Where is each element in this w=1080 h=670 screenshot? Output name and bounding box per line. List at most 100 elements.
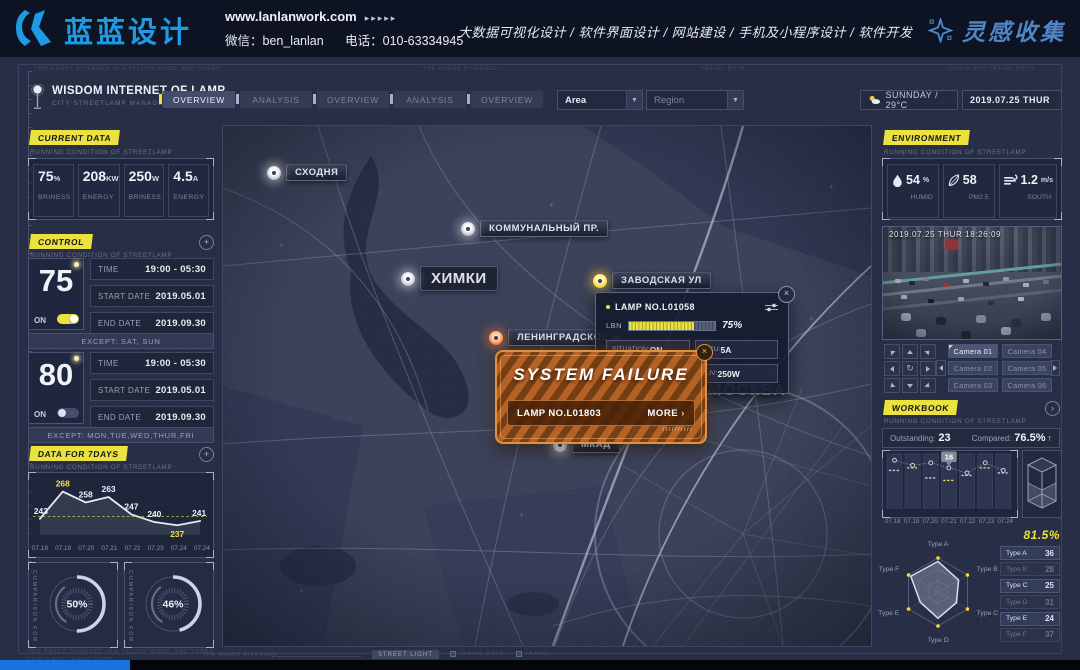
pan-down-button[interactable]: [902, 378, 918, 393]
metric-wattage: 250W BRINESS: [124, 164, 165, 217]
comparison-gauge-2: COMPARISON FOR 46%: [124, 562, 214, 648]
more-button[interactable]: MORE›: [647, 408, 685, 419]
cube-3d-icon: [1024, 453, 1060, 515]
radar-legend-row-type-f[interactable]: Type F37: [1000, 628, 1060, 642]
tab-overview-2[interactable]: OVERVIEW: [317, 91, 389, 108]
type-radar-chart: Type AType BType CType DType EType F: [878, 540, 1004, 644]
decor-top-strip: TWO ROADS DIVERGED IN A YELLOW WOOD, AND…: [34, 66, 1034, 72]
wattage-cell: DLIV : 250W: [695, 364, 779, 383]
svg-text:Type A: Type A: [928, 541, 949, 548]
tab-overview-0[interactable]: OVERVIEW: [163, 91, 235, 108]
map-label-1[interactable]: КОММУНАЛЬНЫЙ ПР.: [461, 220, 608, 237]
arrows-icon: ▸▸▸▸▸: [365, 13, 398, 23]
tab-analysis-1[interactable]: ANALYSIS: [240, 91, 312, 108]
radar-legend-row-type-a[interactable]: Type A36: [1000, 546, 1060, 560]
bottom-blue-accent: [0, 660, 130, 670]
map-label-2[interactable]: ХИМКИ: [401, 266, 498, 291]
camera-button-4[interactable]: Camera 04: [1002, 344, 1052, 358]
decor-dotted-line: [272, 656, 362, 657]
system-failure-alert: × SYSTEM FAILURE LAMP NO.L01803 MORE› //…: [495, 350, 707, 444]
add-control-button[interactable]: +: [199, 235, 214, 250]
chevron-down-icon[interactable]: ▼: [727, 91, 743, 109]
svg-text:268: 268: [56, 479, 70, 489]
pm25-box: 58 PM2.5: [943, 164, 995, 218]
capacity-percentage: 81.5%: [1010, 528, 1060, 542]
city-map[interactable]: +++ +++ СХОДНЯКОММУНАЛЬНЫЙ ПР.ХИМКИЗАВОД…: [222, 125, 872, 647]
week-x-axis: 07.1807.1907.2007.2107.2207.2307.2407.24: [30, 544, 212, 552]
svg-text:240: 240: [147, 509, 161, 519]
humidity-box: 54% HUMID: [887, 164, 939, 218]
end-date-row: END DATE2019.09.30: [90, 406, 214, 428]
svg-text:241: 241: [192, 508, 206, 518]
map-pin-icon[interactable]: [489, 331, 503, 345]
pan-left-button[interactable]: [884, 361, 900, 376]
control-tag: CONTROL: [29, 234, 93, 249]
tab-overview-4[interactable]: OVERVIEW: [471, 91, 543, 108]
sliders-icon[interactable]: [765, 303, 778, 312]
phone-contact: 电话：010-63334945: [345, 34, 463, 48]
camera-button-3[interactable]: Camera 03: [948, 378, 998, 392]
close-icon[interactable]: ×: [778, 286, 795, 303]
camera-prev-button[interactable]: [936, 360, 946, 376]
pan-down-left-button[interactable]: [884, 378, 900, 393]
expand-workbook-button[interactable]: ›: [1045, 401, 1060, 416]
lbn-value: 75%: [722, 320, 742, 331]
wind-box: 1.2m/s SOUTH: [999, 164, 1057, 218]
sun-cloud-icon: [868, 94, 880, 106]
nav-tabs: OVERVIEW ANALYSIS OVERVIEW ANALYSIS OVERVIEW: [163, 91, 543, 108]
svg-text:243: 243: [34, 506, 48, 516]
pan-up-left-button[interactable]: [884, 344, 900, 359]
current-data-panel: 75% BRINESS 208KW ENERGY 250W BRINESS 4.…: [28, 158, 214, 220]
workbook-subtitle: RUNNING CONDITION OF STREETLAMP: [884, 418, 1026, 425]
radar-legend-row-type-b[interactable]: Type B28: [1000, 562, 1060, 576]
pan-down-right-button[interactable]: [920, 378, 936, 393]
arrow-right-icon: ›: [681, 408, 685, 419]
pan-right-button[interactable]: [920, 361, 936, 376]
svg-text:Type C: Type C: [977, 610, 999, 617]
website-link[interactable]: www.lanlanwork.com▸▸▸▸▸: [225, 9, 397, 24]
map-pin-icon[interactable]: [267, 166, 281, 180]
svg-text:46%: 46%: [162, 599, 184, 611]
close-icon[interactable]: ×: [696, 344, 713, 361]
tab-analysis-3[interactable]: ANALYSIS: [394, 91, 466, 108]
map-label-3[interactable]: ЗАВОДСКАЯ УЛ: [593, 272, 711, 289]
except-days: EXCEPT: MON,TUE,WED,THUR,FRI: [28, 427, 214, 443]
area-select[interactable]: Area ▼: [557, 90, 643, 110]
camera-button-5[interactable]: Camera 05: [1002, 361, 1052, 375]
add-chart-button[interactable]: +: [199, 447, 214, 462]
chevron-down-icon[interactable]: ▼: [626, 91, 642, 109]
inspiration-collect-button[interactable]: 灵感收集: [928, 13, 1066, 47]
vignette: [883, 227, 1061, 339]
camera-button-1[interactable]: Camera 01: [948, 344, 998, 358]
camera-dpad: ↻: [884, 344, 936, 393]
power-toggle[interactable]: [57, 314, 79, 324]
lanlan-logo-icon[interactable]: [13, 8, 59, 48]
hazard-marks: //////////: [663, 427, 693, 433]
pan-up-right-button[interactable]: [920, 344, 936, 359]
region-select[interactable]: Region ▼: [646, 90, 744, 110]
map-label-0[interactable]: СХОДНЯ: [267, 164, 347, 181]
week-line-chart-panel: 243268258263247240237241 07.1807.1907.20…: [28, 472, 214, 558]
map-pin-icon[interactable]: [593, 274, 607, 288]
brand-banner: 蓝蓝设计 www.lanlanwork.com▸▸▸▸▸ 微信：ben_lanl…: [0, 0, 1080, 57]
week-data-subtitle: RUNNING CONDITION OF STREETLAMP: [30, 464, 172, 471]
brightness-setpoint: 80 ON: [28, 352, 84, 424]
control-group-1: 75 ON TIME19:00 - 05:30 START DATE2019.0…: [28, 258, 214, 334]
radar-legend-row-type-d[interactable]: Type D31: [1000, 595, 1060, 609]
current-data-tag: CURRENT DATA: [29, 130, 120, 145]
traffic-camera-feed[interactable]: 2019.07.25 THUR 18:26:09: [882, 226, 1062, 340]
brightness-progressbar[interactable]: [628, 321, 716, 331]
weather-widget: SUNNDAY / 29°C: [860, 90, 958, 110]
radar-legend-row-type-c[interactable]: Type C25: [1000, 579, 1060, 593]
svg-text:Type B: Type B: [977, 566, 999, 573]
map-pin-icon[interactable]: [401, 272, 415, 286]
pan-up-button[interactable]: [902, 344, 918, 359]
camera-button-2[interactable]: Camera 02: [948, 361, 998, 375]
logo-text[interactable]: 蓝蓝设计: [64, 9, 192, 51]
svg-text:237: 237: [170, 529, 184, 539]
reset-view-button[interactable]: ↻: [902, 361, 918, 376]
camera-button-6[interactable]: Camera 06: [1002, 378, 1052, 392]
radar-legend-row-type-e[interactable]: Type E24: [1000, 612, 1060, 626]
map-pin-icon[interactable]: [461, 222, 475, 236]
power-toggle[interactable]: [57, 408, 79, 418]
